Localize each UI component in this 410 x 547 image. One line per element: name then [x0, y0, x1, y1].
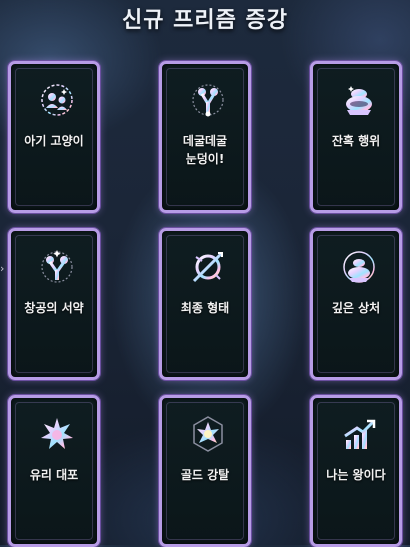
- augment-card-final-form[interactable]: 최종 형태: [159, 228, 251, 380]
- card-label: 깊은 상처: [331, 301, 381, 315]
- card-label: 유리 대포: [29, 468, 79, 482]
- rolling-snowball-icon: [188, 80, 228, 120]
- final-form-icon: [188, 247, 228, 287]
- augment-card-rolling-snowball[interactable]: 데굴데굴 눈덩이!: [159, 61, 251, 213]
- sky-oath-icon: [37, 247, 77, 287]
- augment-card-glass-cannon[interactable]: 유리 대포: [8, 395, 100, 547]
- cauldron-icon: [339, 80, 379, 120]
- screen-title: 신규 프리즘 증강: [122, 8, 288, 33]
- augment-card-sky-oath[interactable]: 창공의 서약: [8, 228, 100, 380]
- kitten-duo-icon: [37, 80, 77, 120]
- augment-card-kitten[interactable]: 아기 고양이: [8, 61, 100, 213]
- card-label: 데굴데굴 눈덩이!: [182, 134, 228, 166]
- card-label: 잔혹 행위: [331, 134, 381, 148]
- deep-wound-icon: [339, 247, 379, 287]
- i-am-king-icon: [339, 414, 379, 454]
- augment-card-atrocity[interactable]: 잔혹 행위: [310, 61, 402, 213]
- augment-card-deep-wound[interactable]: 깊은 상처: [310, 228, 402, 380]
- glass-cannon-icon: [37, 414, 77, 454]
- card-label: 골드 강탈: [180, 468, 230, 482]
- augment-card-i-am-king[interactable]: 나는 왕이다: [310, 395, 402, 547]
- gold-heist-icon: [188, 414, 228, 454]
- left-edge-arrow-icon: ›: [0, 262, 5, 275]
- augment-card-gold-heist[interactable]: 골드 강탈: [159, 395, 251, 547]
- card-label: 아기 고양이: [24, 134, 84, 148]
- card-label: 최종 형태: [180, 301, 230, 315]
- card-label: 나는 왕이다: [326, 468, 386, 482]
- card-label: 창공의 서약: [24, 301, 84, 315]
